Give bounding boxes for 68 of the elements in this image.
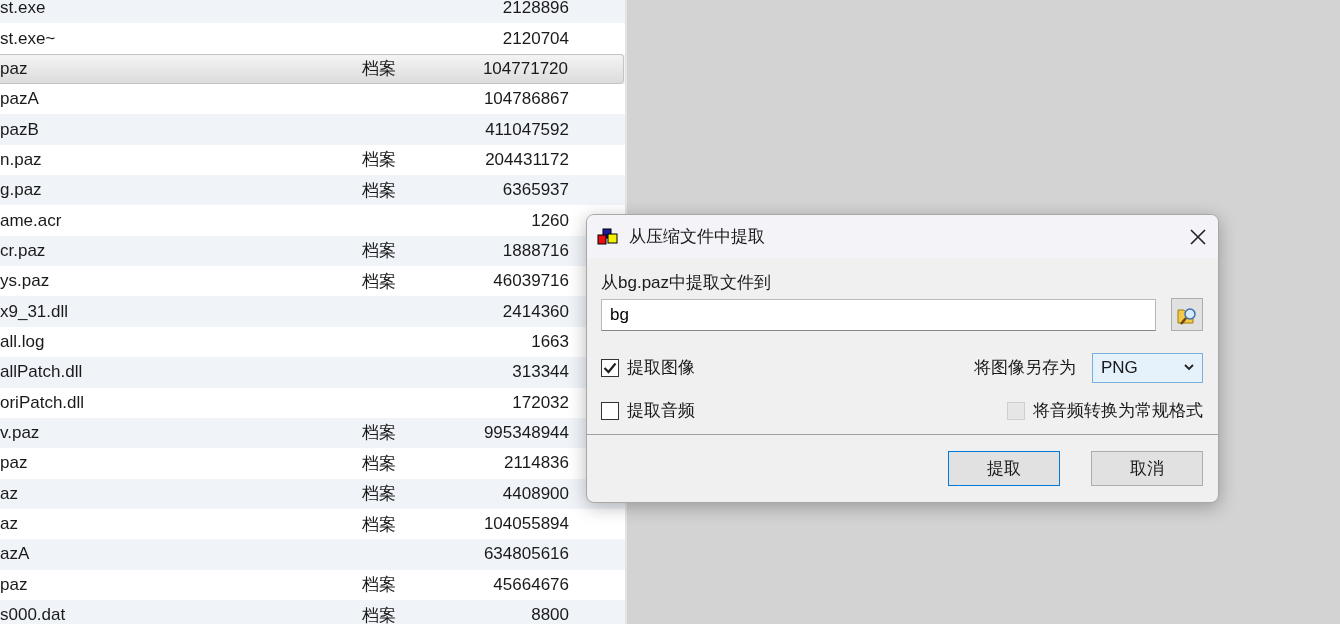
file-size: 995348944 bbox=[483, 423, 569, 443]
file-type: 档案 bbox=[362, 452, 396, 475]
chevron-down-icon bbox=[1184, 364, 1194, 371]
browse-button[interactable] bbox=[1171, 298, 1203, 331]
file-size: 2120704 bbox=[502, 28, 569, 49]
file-size: 1888716 bbox=[502, 240, 569, 261]
file-name: oriPatch.dll bbox=[0, 392, 85, 413]
file-size: 2128896 bbox=[502, 0, 569, 19]
file-type: 档案 bbox=[362, 574, 396, 597]
file-size: 313344 bbox=[512, 362, 569, 383]
file-type: 档案 bbox=[362, 149, 396, 172]
file-type: 档案 bbox=[362, 604, 396, 624]
file-size: 2414360 bbox=[502, 301, 569, 322]
file-size: 1663 bbox=[531, 331, 569, 352]
file-size: 104771720 bbox=[482, 58, 568, 79]
save-as-label: 将图像另存为 bbox=[974, 357, 1076, 379]
file-name: x9_31.dll bbox=[0, 301, 69, 322]
file-size: 104786867 bbox=[483, 89, 569, 110]
file-size: 634805616 bbox=[483, 544, 569, 565]
extract-audio-checkbox[interactable]: 提取音频 bbox=[601, 399, 695, 422]
file-type: 档案 bbox=[362, 58, 396, 81]
file-size: 411047592 bbox=[485, 119, 569, 140]
extract-images-checkbox[interactable]: 提取图像 bbox=[601, 356, 695, 379]
file-name: cr.paz bbox=[0, 240, 46, 261]
file-type: 档案 bbox=[362, 422, 396, 445]
file-name: paz bbox=[0, 58, 28, 79]
file-name: allPatch.dll bbox=[0, 362, 83, 383]
file-name: paz bbox=[0, 574, 28, 595]
destination-label: 从bg.paz中提取文件到 bbox=[601, 272, 773, 294]
file-size: 4408900 bbox=[502, 483, 569, 504]
file-type: 档案 bbox=[362, 513, 396, 536]
file-size: 8800 bbox=[531, 605, 569, 624]
file-name: st.exe bbox=[0, 0, 46, 19]
file-size: 204431172 bbox=[485, 149, 569, 170]
file-name: st.exe~ bbox=[0, 28, 56, 49]
file-name: az bbox=[0, 483, 18, 504]
file-size: 1260 bbox=[531, 210, 569, 231]
file-name: s000.dat bbox=[0, 605, 66, 624]
dialog-button[interactable]: 取消 bbox=[1091, 451, 1203, 486]
file-size: 2114836 bbox=[504, 453, 569, 474]
file-name: ys.paz bbox=[0, 271, 50, 292]
file-type: 档案 bbox=[362, 179, 396, 202]
file-size: 104055894 bbox=[483, 514, 569, 534]
format-dropdown[interactable]: PNG bbox=[1092, 352, 1203, 383]
file-type: 档案 bbox=[362, 483, 396, 506]
file-name: v.paz bbox=[0, 423, 40, 443]
file-type: 档案 bbox=[362, 240, 396, 263]
file-size: 45664676 bbox=[493, 574, 569, 595]
window-title: 从压缩文件中提取 bbox=[629, 226, 766, 248]
file-name: az bbox=[0, 514, 18, 534]
dialog-button[interactable]: 提取 bbox=[948, 451, 1060, 486]
app-icon bbox=[597, 227, 619, 246]
file-size: 172032 bbox=[512, 392, 569, 413]
file-name: pazB bbox=[0, 119, 39, 140]
file-size: 46039716 bbox=[493, 271, 569, 292]
file-name: ame.acr bbox=[0, 210, 62, 231]
file-name: n.paz bbox=[0, 149, 42, 170]
file-size: 6365937 bbox=[502, 180, 569, 201]
selected-file-row[interactable]: paz 档案 104771720 bbox=[0, 53, 624, 85]
file-type: 档案 bbox=[362, 270, 396, 293]
file-name: azA bbox=[0, 544, 30, 565]
file-name: g.paz bbox=[0, 180, 42, 201]
close-icon[interactable] bbox=[1190, 228, 1206, 245]
file-name: all.log bbox=[0, 331, 45, 352]
file-name: paz bbox=[0, 453, 28, 474]
file-name: pazA bbox=[0, 89, 39, 110]
checkmark-icon bbox=[603, 361, 617, 374]
destination-field[interactable]: bg bbox=[601, 298, 1156, 331]
